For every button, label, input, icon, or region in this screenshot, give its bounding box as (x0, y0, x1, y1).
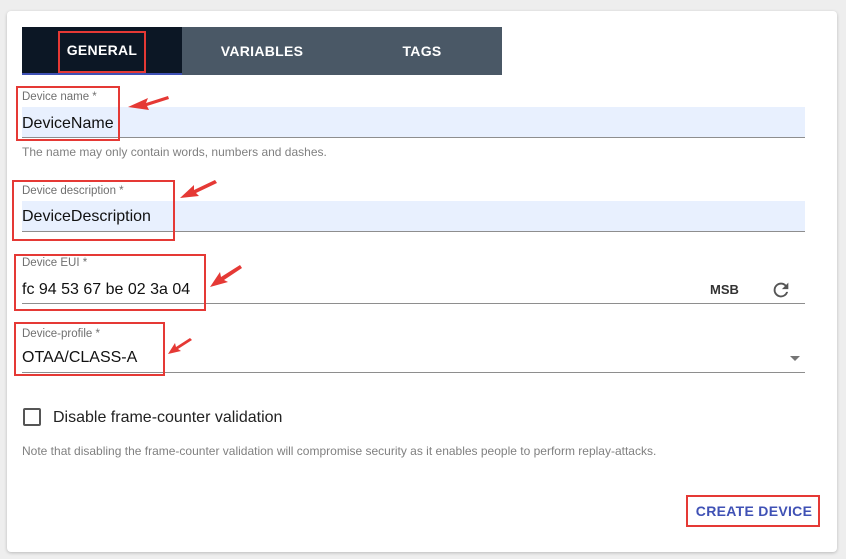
frame-counter-note: Note that disabling the frame-counter va… (22, 444, 657, 458)
device-description-label: Device description * (22, 185, 124, 197)
tab-general[interactable]: GENERAL (22, 27, 182, 75)
disable-frame-counter-label[interactable]: Disable frame-counter validation (53, 409, 282, 427)
disable-frame-counter-checkbox[interactable] (23, 408, 41, 426)
device-profile-underline (22, 372, 805, 373)
device-eui-label: Device EUI * (22, 257, 88, 269)
device-profile-label: Device-profile * (22, 328, 100, 340)
byte-order-toggle[interactable]: MSB (710, 282, 739, 297)
device-name-helper-text: The name may only contain words, numbers… (22, 145, 327, 159)
create-device-button[interactable]: CREATE DEVICE (690, 497, 818, 525)
arrow-drop-down-icon[interactable] (790, 356, 800, 361)
device-profile-select[interactable]: OTAA/CLASS-A (22, 349, 137, 367)
device-eui-input[interactable] (22, 276, 805, 304)
refresh-icon[interactable] (770, 279, 792, 301)
device-name-input[interactable] (22, 107, 805, 138)
device-description-input[interactable] (22, 201, 805, 232)
tab-variables[interactable]: VARIABLES (182, 27, 342, 75)
device-name-label: Device name * (22, 91, 97, 103)
tab-bar: GENERAL VARIABLES TAGS (22, 27, 502, 75)
tab-tags[interactable]: TAGS (342, 27, 502, 75)
